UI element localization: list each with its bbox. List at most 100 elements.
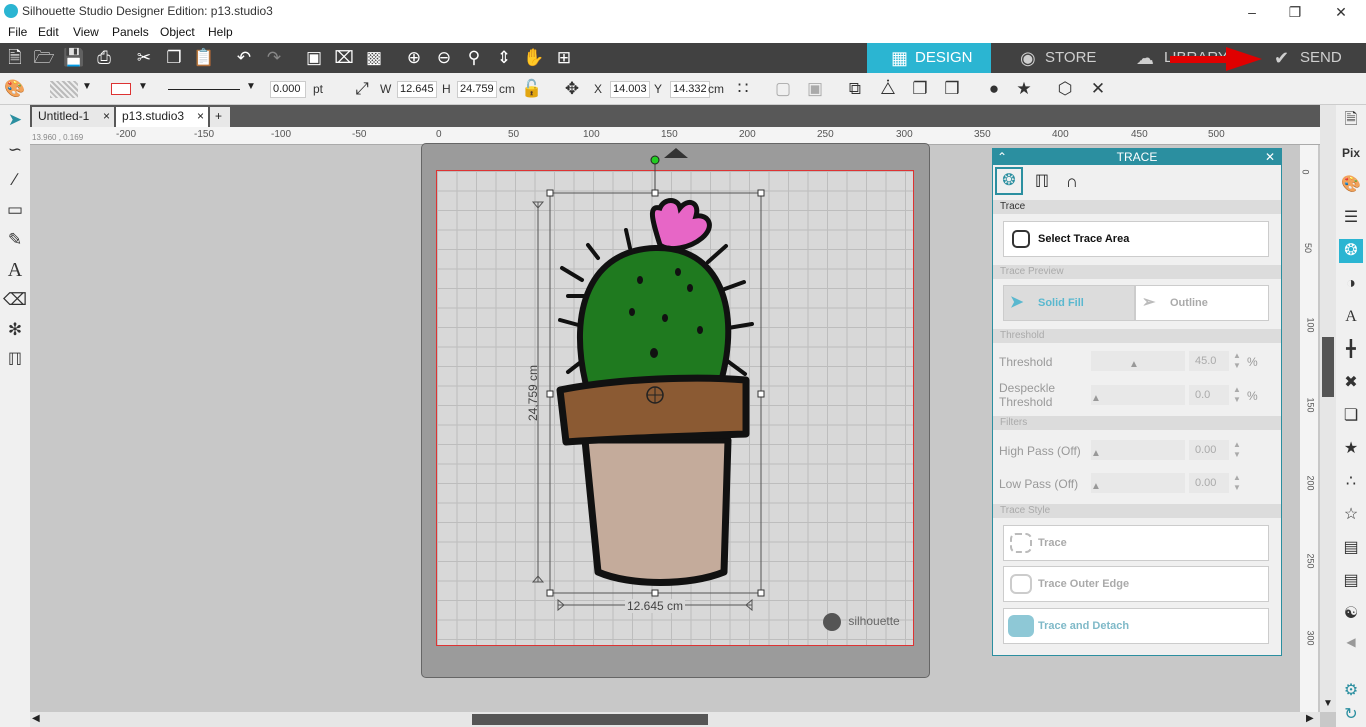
- close-icon[interactable]: ✕: [1331, 2, 1351, 22]
- height-input[interactable]: 24.759: [457, 81, 497, 98]
- high-pass-slider[interactable]: ▲: [1091, 440, 1185, 460]
- offset-icon[interactable]: ∴: [1339, 470, 1363, 494]
- menu-object[interactable]: Object: [160, 25, 195, 39]
- pointer-icon[interactable]: ➤: [3, 108, 27, 132]
- sync-icon[interactable]: ↻: [1339, 703, 1363, 727]
- settings-gear-icon[interactable]: ⚙: [1339, 679, 1363, 703]
- menu-edit[interactable]: Edit: [38, 25, 59, 39]
- close-icon[interactable]: ×: [197, 107, 204, 125]
- select-by-color-icon[interactable]: ▩: [361, 46, 387, 70]
- page-setup-icon[interactable]: 🗎: [1339, 108, 1363, 132]
- threshold-slider[interactable]: ▲: [1091, 351, 1185, 371]
- scroll-right-icon[interactable]: ▶: [1306, 713, 1314, 724]
- palette-icon[interactable]: 🎨: [3, 78, 27, 100]
- chevron-down-icon[interactable]: ▼: [246, 81, 256, 92]
- eyedropper-icon[interactable]: ℿ: [3, 348, 27, 372]
- restore-icon[interactable]: ❐: [1285, 2, 1305, 22]
- trace-mode-tab[interactable]: ❂: [995, 167, 1023, 195]
- threshold-input[interactable]: 45.0: [1189, 351, 1229, 371]
- despeckle-slider[interactable]: ▲: [1091, 385, 1185, 405]
- copy-icon[interactable]: ❐: [161, 46, 187, 70]
- zoom-out-icon[interactable]: ⊖: [431, 46, 457, 70]
- spinner-icon[interactable]: ▲ ▼: [1233, 473, 1241, 493]
- star-outline-icon[interactable]: ☆: [1339, 503, 1363, 527]
- select-all-icon[interactable]: ▣: [301, 46, 327, 70]
- chevron-down-icon[interactable]: ▼: [138, 81, 148, 92]
- line-tool-icon[interactable]: ∕: [3, 168, 27, 192]
- high-pass-input[interactable]: 0.00: [1189, 440, 1229, 460]
- line-style-preview[interactable]: [168, 89, 240, 90]
- minimize-icon[interactable]: –: [1242, 2, 1262, 22]
- zoom-select-icon[interactable]: ⚲: [461, 46, 487, 70]
- paste-icon[interactable]: 📋: [191, 46, 217, 70]
- trace-and-detach-button[interactable]: Trace and Detach: [1003, 608, 1269, 644]
- solid-fill-button[interactable]: ➤ Solid Fill: [1003, 285, 1135, 321]
- move-icon[interactable]: ✥: [560, 78, 584, 100]
- add-page-icon[interactable]: ⊞: [551, 46, 577, 70]
- contrast-icon[interactable]: ◑: [1339, 272, 1363, 296]
- pan-hand-icon[interactable]: ✋: [521, 46, 547, 70]
- bring-to-front-icon[interactable]: ❐: [908, 78, 932, 100]
- spinner-icon[interactable]: ▲ ▼: [1233, 351, 1241, 371]
- low-pass-slider[interactable]: ▲: [1091, 473, 1185, 493]
- scroll-left-icon[interactable]: ◀: [32, 713, 40, 724]
- layers-icon[interactable]: ▤: [1339, 536, 1363, 560]
- text-tool-icon[interactable]: A: [3, 258, 27, 282]
- new-file-icon[interactable]: 🗎: [2, 46, 28, 70]
- tab-design[interactable]: ▦ DESIGN: [867, 43, 991, 73]
- chevron-down-icon[interactable]: ▼: [82, 81, 92, 92]
- x-input[interactable]: 14.003: [610, 81, 650, 98]
- scroll-thumb[interactable]: [1322, 337, 1334, 397]
- delete-x-icon[interactable]: ✕: [1086, 78, 1110, 100]
- bring-forward-icon[interactable]: ⧉: [843, 78, 867, 100]
- eraser-icon[interactable]: ⌫: [3, 288, 27, 312]
- despeckle-input[interactable]: 0.0: [1189, 385, 1229, 405]
- globe-icon[interactable]: ☯: [1339, 602, 1363, 626]
- line-style-icon[interactable]: ☰: [1339, 206, 1363, 230]
- redo-icon[interactable]: ↷: [261, 46, 287, 70]
- menu-view[interactable]: View: [73, 25, 99, 39]
- low-pass-input[interactable]: 0.00: [1189, 473, 1229, 493]
- group-icon[interactable]: ▢: [771, 78, 795, 100]
- send-to-back-icon[interactable]: ❒: [940, 78, 964, 100]
- trace-button[interactable]: Trace: [1003, 525, 1269, 561]
- zoom-in-icon[interactable]: ⊕: [401, 46, 427, 70]
- deselect-icon[interactable]: ⌧: [331, 46, 357, 70]
- ungroup-icon[interactable]: ▣: [803, 78, 827, 100]
- spinner-icon[interactable]: ▲ ▼: [1233, 440, 1241, 460]
- modify-star-icon[interactable]: ★: [1339, 437, 1363, 461]
- fit-to-page-icon[interactable]: ⇕: [491, 46, 517, 70]
- close-icon[interactable]: ×: [103, 107, 110, 125]
- collapse-chevron-icon[interactable]: ⌃: [997, 149, 1007, 165]
- align-icon[interactable]: ╋: [1339, 338, 1363, 362]
- fill-pattern-swatch[interactable]: [50, 81, 78, 98]
- line-color-swatch[interactable]: [111, 83, 131, 95]
- outline-button[interactable]: ➢ Outline: [1135, 285, 1269, 321]
- pix-icon[interactable]: Pix: [1339, 141, 1363, 165]
- scroll-thumb[interactable]: [472, 714, 708, 725]
- anchor-grid-icon[interactable]: ∷: [731, 78, 755, 100]
- tab-send[interactable]: ✔ SEND: [1258, 43, 1366, 73]
- menu-file[interactable]: File: [8, 25, 27, 39]
- print-icon[interactable]: ⎙: [91, 46, 117, 70]
- pencil-tool-icon[interactable]: ✎: [3, 228, 27, 252]
- tab-store[interactable]: ◉ STORE: [1000, 43, 1120, 73]
- collapse-arrow-icon[interactable]: ◀: [1339, 630, 1363, 654]
- star-shape-icon[interactable]: ★: [1012, 78, 1036, 100]
- scale-icon[interactable]: ⤢: [350, 78, 374, 100]
- 3d-box-icon[interactable]: ⬡: [1053, 78, 1077, 100]
- send-backward-icon[interactable]: ⧊: [876, 78, 900, 100]
- cut-icon[interactable]: ✂: [131, 46, 157, 70]
- tab-p13[interactable]: p13.studio3 ×: [116, 107, 208, 127]
- knife-tool-icon[interactable]: ✻: [3, 318, 27, 342]
- select-trace-area-button[interactable]: Select Trace Area: [1003, 221, 1269, 257]
- vertical-scrollbar[interactable]: ▼: [1320, 105, 1336, 712]
- text-style-icon[interactable]: A: [1339, 305, 1363, 329]
- undo-icon[interactable]: ↶: [231, 46, 257, 70]
- weld-icon[interactable]: ●: [982, 78, 1006, 100]
- transform-icon[interactable]: ✖: [1339, 371, 1363, 395]
- y-input[interactable]: 14.332: [670, 81, 710, 98]
- magnet-tab-icon[interactable]: ∩: [1059, 169, 1085, 195]
- line-width-input[interactable]: 0.000: [270, 81, 306, 98]
- cactus-design[interactable]: [530, 150, 780, 620]
